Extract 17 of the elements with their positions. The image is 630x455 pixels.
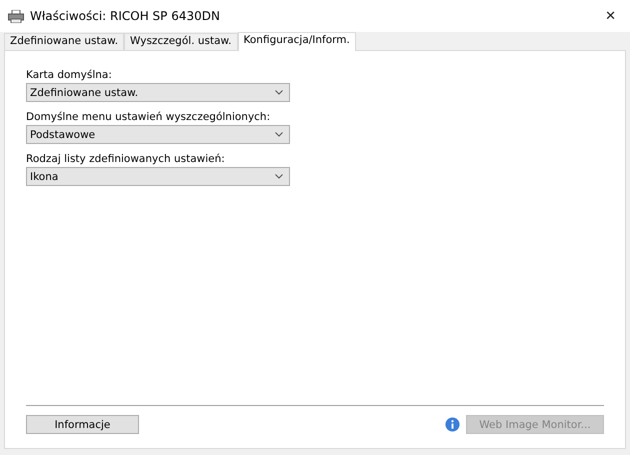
- field-label: Karta domyślna:: [26, 69, 113, 81]
- tab[interactable]: Zdefiniowane ustaw.: [4, 33, 124, 50]
- field-label: Rodzaj listy zdefiniowanych ustawień:: [26, 153, 226, 165]
- close-button[interactable]: ✕: [599, 8, 622, 24]
- chevron-icon: [275, 90, 283, 95]
- info-icon: [445, 417, 460, 432]
- tab[interactable]: Konfiguracja/Inform.: [238, 32, 356, 51]
- tab[interactable]: Wyszczegól. ustaw.: [124, 33, 238, 50]
- field-label: Domyślne menu ustawień wyszczególnionych:: [26, 111, 272, 123]
- printer-icon: [8, 10, 24, 22]
- info-button[interactable]: Informacje: [26, 415, 139, 434]
- dropdown[interactable]: Ikona: [26, 167, 290, 186]
- dropdown[interactable]: Podstawowe: [26, 125, 290, 144]
- dropdown[interactable]: Zdefiniowane ustaw.: [26, 83, 290, 102]
- window-title: Właściwości: RICOH SP 6430DN: [30, 9, 221, 23]
- chevron-icon: [275, 174, 283, 179]
- chevron-icon: [275, 132, 283, 137]
